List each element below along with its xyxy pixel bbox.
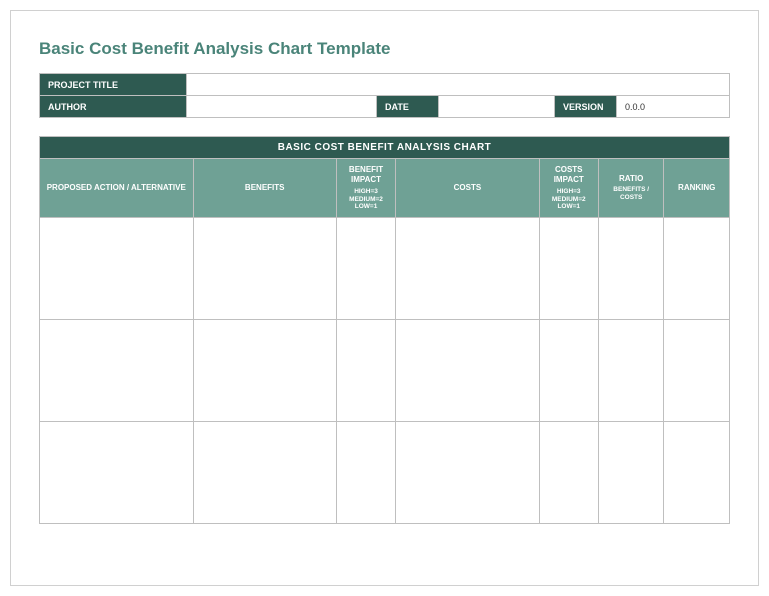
cell-costs-impact[interactable] — [539, 218, 598, 320]
cell-action[interactable] — [40, 218, 194, 320]
cell-ranking[interactable] — [664, 422, 730, 524]
version-value[interactable]: 0.0.0 — [617, 96, 730, 118]
cell-ranking[interactable] — [664, 218, 730, 320]
cell-action[interactable] — [40, 422, 194, 524]
col-header-ratio-sub: BENEFITS / COSTS — [603, 186, 660, 202]
table-row — [40, 422, 730, 524]
meta-table: PROJECT TITLE AUTHOR DATE VERSION 0.0.0 — [39, 73, 730, 118]
cell-benefits[interactable] — [193, 218, 336, 320]
version-label: VERSION — [555, 96, 617, 118]
date-value[interactable] — [439, 96, 555, 118]
author-label: AUTHOR — [40, 96, 187, 118]
cell-benefit-impact[interactable] — [336, 218, 395, 320]
table-row — [40, 320, 730, 422]
col-header-costs-impact: COSTS IMPACT HIGH=3 MEDIUM=2 LOW=1 — [539, 159, 598, 218]
col-header-ratio-main: RATIO — [619, 174, 643, 183]
project-title-value[interactable] — [187, 74, 730, 96]
cell-ratio[interactable] — [598, 218, 664, 320]
project-title-label: PROJECT TITLE — [40, 74, 187, 96]
col-header-benefit-impact: BENEFIT IMPACT HIGH=3 MEDIUM=2 LOW=1 — [336, 159, 395, 218]
analysis-chart-table: BASIC COST BENEFIT ANALYSIS CHART PROPOS… — [39, 136, 730, 524]
cell-costs-impact[interactable] — [539, 422, 598, 524]
cell-benefit-impact[interactable] — [336, 320, 395, 422]
cell-benefits[interactable] — [193, 320, 336, 422]
cell-action[interactable] — [40, 320, 194, 422]
cell-ratio[interactable] — [598, 422, 664, 524]
cell-costs-impact[interactable] — [539, 320, 598, 422]
col-header-ranking: RANKING — [664, 159, 730, 218]
table-row — [40, 218, 730, 320]
col-header-benefit-impact-main: BENEFIT IMPACT — [349, 165, 383, 184]
cell-ranking[interactable] — [664, 320, 730, 422]
col-header-costs: COSTS — [396, 159, 539, 218]
cell-benefits[interactable] — [193, 422, 336, 524]
page-title: Basic Cost Benefit Analysis Chart Templa… — [39, 39, 730, 59]
cell-costs[interactable] — [396, 320, 539, 422]
document-page: Basic Cost Benefit Analysis Chart Templa… — [10, 10, 759, 586]
col-header-benefit-impact-sub: HIGH=3 MEDIUM=2 LOW=1 — [341, 188, 391, 211]
cell-ratio[interactable] — [598, 320, 664, 422]
col-header-costs-impact-sub: HIGH=3 MEDIUM=2 LOW=1 — [544, 188, 594, 211]
col-header-ratio: RATIO BENEFITS / COSTS — [598, 159, 664, 218]
col-header-benefits: BENEFITS — [193, 159, 336, 218]
chart-heading: BASIC COST BENEFIT ANALYSIS CHART — [40, 137, 730, 159]
cell-benefit-impact[interactable] — [336, 422, 395, 524]
author-value[interactable] — [187, 96, 377, 118]
date-label: DATE — [377, 96, 439, 118]
cell-costs[interactable] — [396, 218, 539, 320]
col-header-costs-impact-main: COSTS IMPACT — [554, 165, 584, 184]
col-header-action: PROPOSED ACTION / ALTERNATIVE — [40, 159, 194, 218]
cell-costs[interactable] — [396, 422, 539, 524]
